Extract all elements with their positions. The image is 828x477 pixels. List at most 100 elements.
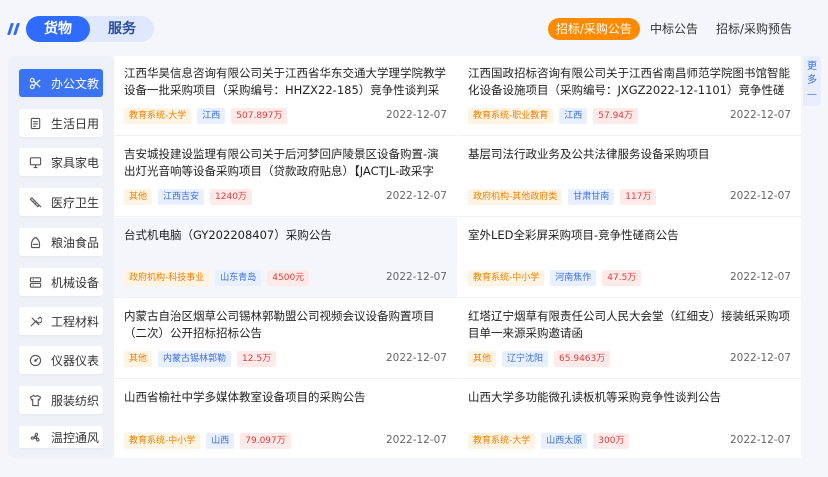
amount-tag: 65.9463万 <box>554 351 611 367</box>
notice-title[interactable]: 山西省榆社中学多媒体教室设备项目的采购公告 <box>124 389 447 423</box>
notice-tags: 政府机构-科技事业 山东青岛 4500元 <box>124 270 315 286</box>
sidebar-item-furniture-appliances[interactable]: 家具家电 <box>19 148 103 176</box>
grain-icon <box>29 236 42 249</box>
notice-title[interactable]: 台式机电脑（GY202208407）采购公告 <box>124 227 447 261</box>
notice-tags: 其他 辽宁沈阳 65.9463万 <box>468 351 616 367</box>
notice-tags: 其他 江西吉安 1240万 <box>124 189 258 205</box>
category-tag: 其他 <box>468 351 497 367</box>
list-item[interactable]: 内蒙古自治区烟草公司锡林郭勒盟公司视频会议设备购置项目（二次）公开招标招标公告 … <box>114 299 457 379</box>
sidebar-item-grain-food[interactable]: 粮油食品 <box>19 228 103 256</box>
list-item[interactable]: 山西省榆社中学多媒体教室设备项目的采购公告 教育系统-中小学 山西 79.097… <box>114 380 457 460</box>
region-tag: 辽宁沈阳 <box>502 351 549 367</box>
tab-tender-forecast[interactable]: 招标/采购预告 <box>708 18 800 40</box>
sidebar-item-label: 医疗卫生 <box>51 195 100 210</box>
gauge-icon <box>29 354 42 367</box>
list-item[interactable]: 江西华昊信息咨询有限公司关于江西省华东交通大学理学院教学设备一批采购项目（采购编… <box>114 56 457 136</box>
sidebar-item-apparel-textile[interactable]: 服装纺织 <box>19 386 103 414</box>
list-item[interactable]: 吉安城投建设监理有限公司关于后河梦回庐陵景区设备购置-演出灯光音响等设备采购项目… <box>114 137 457 217</box>
category-sidebar: 办公文教 生活日用 家具家电 医疗卫生 粮油食品 机械设备 工程材料 仪器仪表 … <box>8 56 114 458</box>
scissors-icon <box>29 77 42 90</box>
region-tag: 山西 <box>206 433 235 449</box>
notice-tags: 政府机构-其他政府类 甘肃甘南 117万 <box>468 189 662 205</box>
category-tag: 政府机构-其他政府类 <box>468 189 563 205</box>
notice-date: 2022-12-07 <box>729 109 791 121</box>
notice-tags: 教育系统-大学 山西太原 300万 <box>468 433 635 449</box>
medical-icon <box>29 196 42 209</box>
list-item[interactable]: 室外LED全彩屏采购项目-竞争性磋商公告 教育系统-中小学 河南焦作 47.5万… <box>458 218 801 298</box>
notice-title[interactable]: 基层司法行政业务及公共法律服务设备采购项目 <box>468 146 791 180</box>
notice-date: 2022-12-07 <box>385 109 447 121</box>
sidebar-item-medical[interactable]: 医疗卫生 <box>19 188 103 216</box>
sidebar-item-instruments[interactable]: 仪器仪表 <box>19 346 103 374</box>
notice-type-tabs: 招标/采购公告 中标公告 招标/采购预告 <box>546 18 800 40</box>
region-tag: 甘肃甘南 <box>568 189 615 205</box>
notice-date: 2022-12-07 <box>729 190 791 202</box>
notice-title[interactable]: 江西国政招标咨询有限公司关于江西省南昌师范学院图书馆智能化设备设施项目（采购编号… <box>468 65 791 99</box>
category-tag: 其他 <box>124 189 153 205</box>
sidebar-item-machinery[interactable]: 机械设备 <box>19 268 103 296</box>
logo-icon <box>7 22 22 36</box>
notice-title[interactable]: 吉安城投建设监理有限公司关于后河梦回庐陵景区设备购置-演出灯光音响等设备采购项目… <box>124 146 447 180</box>
amount-tag: 12.5万 <box>237 351 277 367</box>
sidebar-item-office-education[interactable]: 办公文教 <box>19 69 103 97</box>
amount-tag: 79.097万 <box>240 433 291 449</box>
tab-award-notice[interactable]: 中标公告 <box>642 18 706 40</box>
notice-date: 2022-12-07 <box>729 352 791 364</box>
notice-date: 2022-12-07 <box>385 271 447 283</box>
region-tag: 河南焦作 <box>550 270 597 286</box>
amount-tag: 57.94万 <box>593 108 639 124</box>
sidebar-item-label: 家具家电 <box>51 155 100 170</box>
server-icon <box>29 276 42 289</box>
tab-services[interactable]: 服务 <box>82 16 154 42</box>
sidebar-item-daily-use[interactable]: 生活日用 <box>19 109 103 137</box>
category-tag: 教育系统-职业教育 <box>468 108 554 124</box>
list-item[interactable]: 红塔辽宁烟草有限责任公司人民大会堂（红细支）接装纸采购项目单一来源采购邀请函 其… <box>458 299 801 379</box>
notice-date: 2022-12-07 <box>385 190 447 202</box>
list-item[interactable]: 山西大学多功能微孔读板机等采购竞争性谈判公告 教育系统-大学 山西太原 300万… <box>458 380 801 460</box>
amount-tag: 117万 <box>620 189 657 205</box>
notice-title[interactable]: 江西华昊信息咨询有限公司关于江西省华东交通大学理学院教学设备一批采购项目（采购编… <box>124 65 447 99</box>
sidebar-item-label: 办公文教 <box>51 76 100 91</box>
region-tag: 江西 <box>559 108 588 124</box>
sidebar-item-label: 工程材料 <box>51 314 100 329</box>
sidebar-item-label: 粮油食品 <box>51 235 100 250</box>
fan-icon <box>29 431 42 444</box>
region-tag: 江西吉安 <box>158 189 205 205</box>
sidebar-item-label: 服装纺织 <box>51 393 100 408</box>
notice-tags: 教育系统-职业教育 江西 57.94万 <box>468 108 644 124</box>
sidebar-item-label: 机械设备 <box>51 275 100 290</box>
notice-tags: 教育系统-大学 江西 507.897万 <box>124 108 293 124</box>
shirt-icon <box>29 394 42 407</box>
tab-tender-notice[interactable]: 招标/采购公告 <box>547 18 640 40</box>
sidebar-item-hvac[interactable]: 温控通风 <box>19 426 103 448</box>
category-tag: 政府机构-科技事业 <box>124 270 210 286</box>
notice-date: 2022-12-07 <box>729 271 791 283</box>
notice-title[interactable]: 山西大学多功能微孔读板机等采购竞争性谈判公告 <box>468 389 791 423</box>
notice-title[interactable]: 红塔辽宁烟草有限责任公司人民大会堂（红细支）接装纸采购项目单一来源采购邀请函 <box>468 308 791 342</box>
notice-title[interactable]: 内蒙古自治区烟草公司锡林郭勒盟公司视频会议设备购置项目（二次）公开招标招标公告 <box>124 308 447 342</box>
tab-goods[interactable]: 货物 <box>26 16 90 42</box>
more-button[interactable]: 更多 — <box>803 56 821 106</box>
document-icon <box>29 117 42 130</box>
sidebar-item-engineering-materials[interactable]: 工程材料 <box>19 307 103 335</box>
amount-tag: 300万 <box>593 433 630 449</box>
list-item[interactable]: 基层司法行政业务及公共法律服务设备采购项目 政府机构-其他政府类 甘肃甘南 11… <box>458 137 801 217</box>
sidebar-item-label: 仪器仪表 <box>51 353 100 368</box>
list-item[interactable]: 台式机电脑（GY202208407）采购公告 政府机构-科技事业 山东青岛 45… <box>114 218 457 298</box>
region-tag: 山西太原 <box>541 433 588 449</box>
notice-title[interactable]: 室外LED全彩屏采购项目-竞争性磋商公告 <box>468 227 791 261</box>
category-tag: 教育系统-大学 <box>468 433 536 449</box>
notice-date: 2022-12-07 <box>385 434 447 446</box>
notice-list: 江西华昊信息咨询有限公司关于江西省华东交通大学理学院教学设备一批采购项目（采购编… <box>114 56 801 458</box>
tools-icon <box>29 315 42 328</box>
notice-tags: 教育系统-中小学 山西 79.097万 <box>124 433 297 449</box>
sidebar-item-label: 生活日用 <box>51 116 100 131</box>
notice-date: 2022-12-07 <box>729 434 791 446</box>
amount-tag: 4500元 <box>267 270 310 286</box>
list-item[interactable]: 江西国政招标咨询有限公司关于江西省南昌师范学院图书馆智能化设备设施项目（采购编号… <box>458 56 801 136</box>
region-tag: 山东青岛 <box>215 270 262 286</box>
category-tag: 教育系统-中小学 <box>468 270 545 286</box>
notice-tags: 其他 内蒙古锡林郭勒 12.5万 <box>124 351 282 367</box>
sidebar-item-label: 温控通风 <box>51 430 100 445</box>
notice-date: 2022-12-07 <box>385 352 447 364</box>
